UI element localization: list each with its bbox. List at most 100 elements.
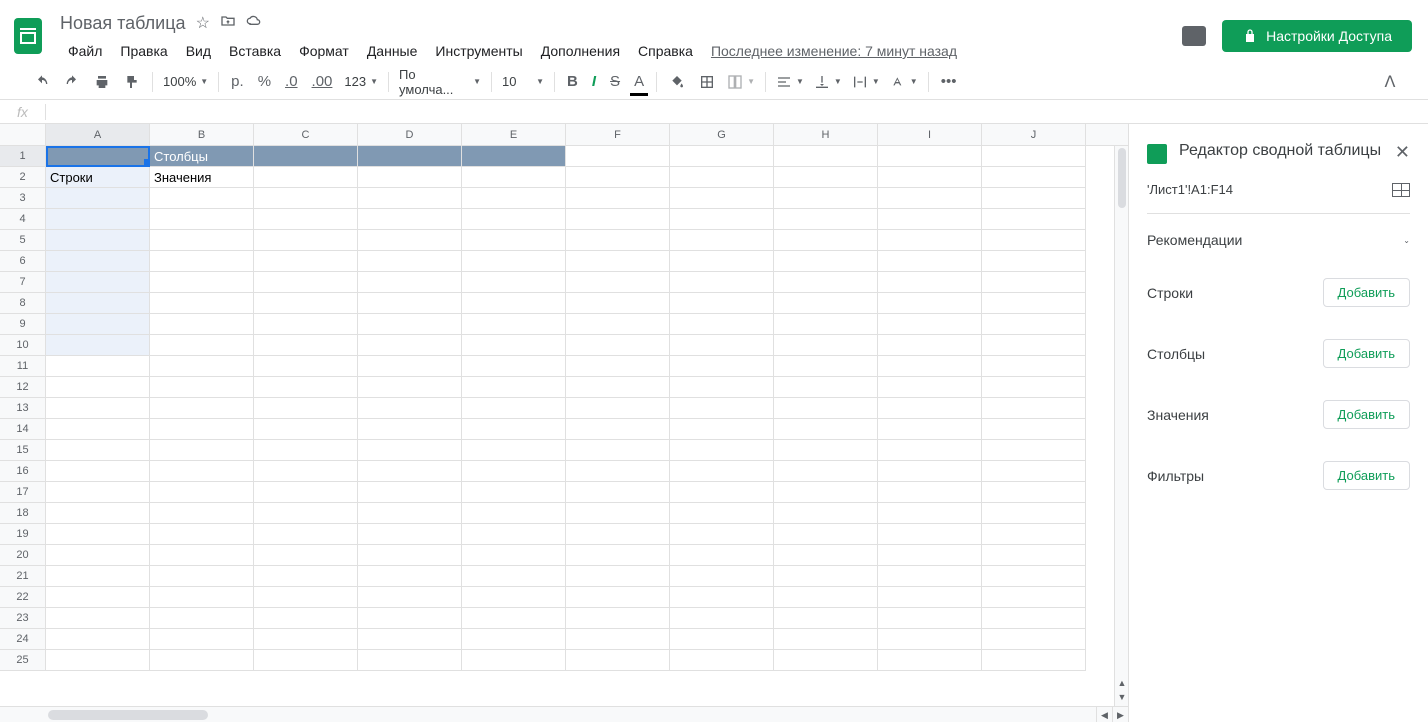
merge-cells-dropdown[interactable]: ▼: [723, 72, 759, 92]
cell-G11[interactable]: [670, 356, 774, 377]
cell-F6[interactable]: [566, 251, 670, 272]
cell-A5[interactable]: [46, 230, 150, 251]
cell-F2[interactable]: [566, 167, 670, 188]
cell-I13[interactable]: [878, 398, 982, 419]
cell-B7[interactable]: [150, 272, 254, 293]
row-header-16[interactable]: 16: [0, 461, 46, 482]
cell-F19[interactable]: [566, 524, 670, 545]
cell-H19[interactable]: [774, 524, 878, 545]
cell-A8[interactable]: [46, 293, 150, 314]
cell-C18[interactable]: [254, 503, 358, 524]
doc-title[interactable]: Новая таблица: [60, 13, 186, 34]
cell-J18[interactable]: [982, 503, 1086, 524]
col-header-I[interactable]: I: [878, 124, 982, 145]
col-header-B[interactable]: B: [150, 124, 254, 145]
cell-G15[interactable]: [670, 440, 774, 461]
cell-H21[interactable]: [774, 566, 878, 587]
cell-E4[interactable]: [462, 209, 566, 230]
cell-E5[interactable]: [462, 230, 566, 251]
bold-button[interactable]: B: [561, 69, 584, 94]
cell-C20[interactable]: [254, 545, 358, 566]
cell-C3[interactable]: [254, 188, 358, 209]
cell-C13[interactable]: [254, 398, 358, 419]
cell-F3[interactable]: [566, 188, 670, 209]
cell-H4[interactable]: [774, 209, 878, 230]
undo-icon[interactable]: [28, 70, 56, 94]
cell-B4[interactable]: [150, 209, 254, 230]
cell-C17[interactable]: [254, 482, 358, 503]
cell-F11[interactable]: [566, 356, 670, 377]
cell-A1[interactable]: [46, 146, 150, 167]
more-toolbar-button[interactable]: •••: [935, 69, 963, 94]
font-dropdown[interactable]: По умолча...▼: [395, 65, 485, 99]
cell-E11[interactable]: [462, 356, 566, 377]
cell-D7[interactable]: [358, 272, 462, 293]
cell-E1[interactable]: [462, 146, 566, 167]
cell-I23[interactable]: [878, 608, 982, 629]
cell-B18[interactable]: [150, 503, 254, 524]
cell-B20[interactable]: [150, 545, 254, 566]
cell-F5[interactable]: [566, 230, 670, 251]
cell-A3[interactable]: [46, 188, 150, 209]
add-filters-button[interactable]: Добавить: [1323, 461, 1410, 490]
cell-F9[interactable]: [566, 314, 670, 335]
cell-H20[interactable]: [774, 545, 878, 566]
text-color-button[interactable]: A: [628, 69, 650, 94]
cell-F15[interactable]: [566, 440, 670, 461]
cell-H15[interactable]: [774, 440, 878, 461]
cell-I25[interactable]: [878, 650, 982, 671]
cell-H25[interactable]: [774, 650, 878, 671]
cell-A12[interactable]: [46, 377, 150, 398]
col-header-G[interactable]: G: [670, 124, 774, 145]
cell-G17[interactable]: [670, 482, 774, 503]
cell-I10[interactable]: [878, 335, 982, 356]
cell-A6[interactable]: [46, 251, 150, 272]
cell-B14[interactable]: [150, 419, 254, 440]
cell-F17[interactable]: [566, 482, 670, 503]
currency-button[interactable]: р.: [225, 69, 250, 94]
select-range-icon[interactable]: [1392, 183, 1410, 197]
italic-button[interactable]: I: [586, 69, 602, 94]
cell-F16[interactable]: [566, 461, 670, 482]
cell-I2[interactable]: [878, 167, 982, 188]
cell-E6[interactable]: [462, 251, 566, 272]
strikethrough-button[interactable]: S: [604, 69, 626, 94]
cell-D1[interactable]: [358, 146, 462, 167]
menu-file[interactable]: Файл: [60, 39, 110, 63]
cell-A18[interactable]: [46, 503, 150, 524]
cell-J5[interactable]: [982, 230, 1086, 251]
cell-G4[interactable]: [670, 209, 774, 230]
col-header-F[interactable]: F: [566, 124, 670, 145]
cell-C19[interactable]: [254, 524, 358, 545]
cell-J24[interactable]: [982, 629, 1086, 650]
cell-D5[interactable]: [358, 230, 462, 251]
cell-A16[interactable]: [46, 461, 150, 482]
cell-B1[interactable]: Столбцы: [150, 146, 254, 167]
app-logo[interactable]: [8, 16, 48, 56]
cell-I18[interactable]: [878, 503, 982, 524]
cell-J11[interactable]: [982, 356, 1086, 377]
row-header-9[interactable]: 9: [0, 314, 46, 335]
add-values-button[interactable]: Добавить: [1323, 400, 1410, 429]
cell-I3[interactable]: [878, 188, 982, 209]
cell-E16[interactable]: [462, 461, 566, 482]
cell-A4[interactable]: [46, 209, 150, 230]
cell-D17[interactable]: [358, 482, 462, 503]
row-header-6[interactable]: 6: [0, 251, 46, 272]
cell-E21[interactable]: [462, 566, 566, 587]
cell-D8[interactable]: [358, 293, 462, 314]
cell-G14[interactable]: [670, 419, 774, 440]
col-header-D[interactable]: D: [358, 124, 462, 145]
col-header-C[interactable]: C: [254, 124, 358, 145]
cell-J22[interactable]: [982, 587, 1086, 608]
row-header-25[interactable]: 25: [0, 650, 46, 671]
cell-A9[interactable]: [46, 314, 150, 335]
cell-H18[interactable]: [774, 503, 878, 524]
cell-J9[interactable]: [982, 314, 1086, 335]
cell-I19[interactable]: [878, 524, 982, 545]
cell-C4[interactable]: [254, 209, 358, 230]
format-123-dropdown[interactable]: 123▼: [340, 72, 382, 91]
row-header-2[interactable]: 2: [0, 167, 46, 188]
cell-I6[interactable]: [878, 251, 982, 272]
cell-D21[interactable]: [358, 566, 462, 587]
